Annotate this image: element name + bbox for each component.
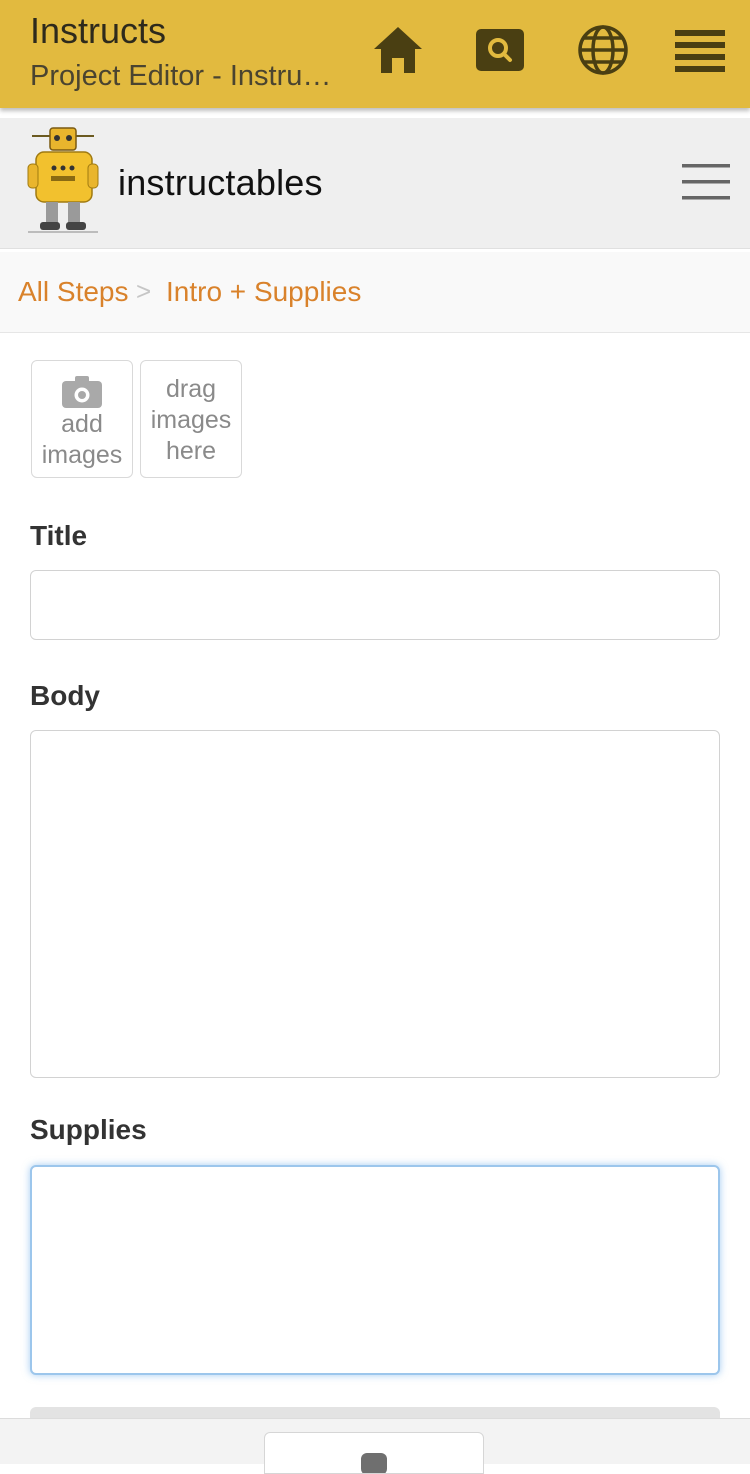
hamburger-icon[interactable] xyxy=(682,160,730,209)
app-title: Instructs xyxy=(30,10,167,51)
brand-name[interactable]: instructables xyxy=(118,162,323,204)
crumb-intro-supplies[interactable]: Intro + Supplies xyxy=(166,276,361,308)
add-images-button[interactable]: add images xyxy=(31,360,133,478)
supplies-label: Supplies xyxy=(30,1114,147,1145)
camera-icon xyxy=(61,375,103,409)
drag-line2: images xyxy=(150,406,232,434)
title-label: Title xyxy=(30,520,88,551)
breadcrumb: All Steps > Intro + Supplies xyxy=(0,252,750,333)
site-header: instructables xyxy=(0,118,750,249)
crumb-separator: > xyxy=(136,276,152,306)
add-images-line2: images xyxy=(41,441,123,469)
globe-icon[interactable] xyxy=(575,22,631,78)
crumb-all-steps[interactable]: All Steps xyxy=(18,276,129,308)
supplies-textarea[interactable] xyxy=(30,1165,720,1375)
title-input[interactable] xyxy=(30,570,720,640)
app-bar: Instructs Project Editor - Instru… xyxy=(0,0,750,108)
body-textarea[interactable] xyxy=(30,730,720,1078)
menu-icon[interactable] xyxy=(672,22,728,78)
search-icon[interactable] xyxy=(472,22,528,78)
add-images-line1: add xyxy=(61,410,103,438)
robot-logo[interactable] xyxy=(24,124,102,241)
drag-images-dropzone[interactable]: drag images here xyxy=(140,360,242,478)
drag-line1: drag xyxy=(165,375,217,403)
home-icon[interactable] xyxy=(370,22,426,78)
drag-line3: here xyxy=(165,437,217,465)
app-subtitle: Project Editor - Instru… xyxy=(30,60,330,92)
bottom-toolbar-button[interactable] xyxy=(264,1432,484,1474)
toolbar-handle-icon xyxy=(361,1453,387,1473)
body-label: Body xyxy=(30,680,100,711)
